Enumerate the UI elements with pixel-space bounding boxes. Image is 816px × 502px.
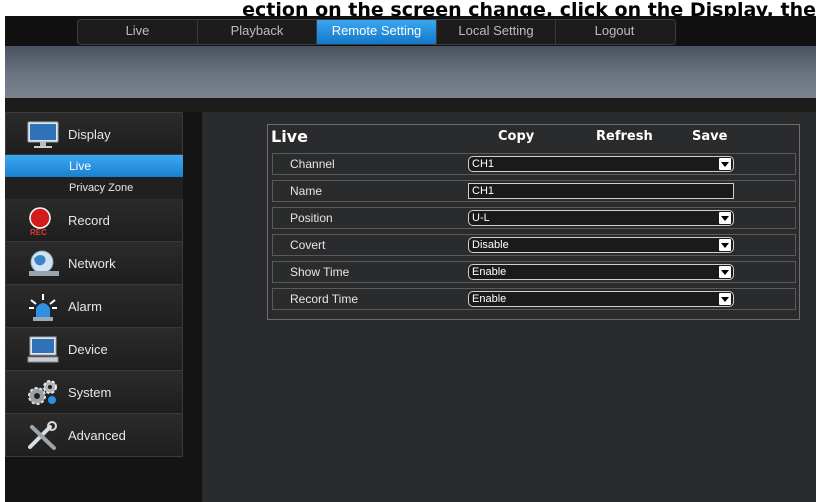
copy-button[interactable]: Copy [498,129,534,144]
sidebar-subitem-privacy-zone[interactable]: Privacy Zone [5,177,183,199]
computer-icon [26,335,60,365]
settings-content: Live Copy Refresh Save Channel CH1 Name … [202,112,816,502]
tools-icon [26,421,60,451]
sidebar-item-display[interactable]: Display [5,112,183,155]
sidebar-item-system[interactable]: System [5,371,183,414]
position-value: U-L [472,212,490,224]
tab-logout[interactable]: Logout [556,20,673,44]
gears-icon [26,378,60,408]
panel-header: Live Copy Refresh Save [268,125,799,149]
sidebar-item-network[interactable]: Network [5,242,183,285]
record-time-label: Record Time [290,292,359,306]
channel-select[interactable]: CH1 [468,156,734,172]
dropdown-arrow-icon[interactable] [719,239,731,251]
tab-local-setting[interactable]: Local Setting [437,20,556,44]
name-input[interactable] [468,183,734,199]
save-button[interactable]: Save [692,129,727,144]
row-channel: Channel CH1 [272,153,796,175]
live-settings-panel: Live Copy Refresh Save Channel CH1 Name … [267,124,800,320]
row-record-time: Record Time Enable [272,288,796,310]
show-time-label: Show Time [290,265,350,279]
sidebar-item-label: Advanced [68,428,126,443]
covert-select[interactable]: Disable [468,237,734,253]
dropdown-arrow-icon[interactable] [719,293,731,305]
monitor-icon [26,120,60,150]
channel-label: Channel [290,157,335,171]
sidebar-item-label: Network [68,256,116,271]
nav-tabs: Live Playback Remote Setting Local Setti… [77,19,676,45]
dropdown-arrow-icon[interactable] [719,212,731,224]
globe-network-icon [26,249,60,279]
row-position: Position U-L [272,207,796,229]
row-covert: Covert Disable [272,234,796,256]
record-time-select[interactable]: Enable [468,291,734,307]
channel-value: CH1 [472,158,495,170]
sidebar: Display Live Privacy Zone REC Record Net [5,112,183,502]
show-time-select[interactable]: Enable [468,264,734,280]
tab-live[interactable]: Live [78,20,198,44]
name-label: Name [290,184,323,198]
sidebar-item-label: System [68,385,112,400]
record-icon: REC [26,206,60,237]
sidebar-item-label: Record [68,213,110,228]
tab-remote-setting[interactable]: Remote Setting [317,20,437,44]
rec-badge: REC [30,228,47,236]
show-time-value: Enable [472,266,507,278]
header-divider [5,98,816,112]
dropdown-arrow-icon[interactable] [719,158,731,170]
row-show-time: Show Time Enable [272,261,796,283]
covert-value: Disable [472,239,509,251]
row-name: Name [272,180,796,202]
panel-title: Live [271,127,308,146]
sidebar-item-record[interactable]: REC Record [5,199,183,242]
refresh-button[interactable]: Refresh [596,129,653,144]
position-select[interactable]: U-L [468,210,734,226]
tab-playback[interactable]: Playback [198,20,317,44]
record-time-value: Enable [472,293,507,305]
top-navigation: Live Playback Remote Setting Local Setti… [5,16,816,46]
sidebar-item-label: Device [68,342,108,357]
covert-label: Covert [290,238,326,252]
position-label: Position [290,211,333,225]
sidebar-item-device[interactable]: Device [5,328,183,371]
alarm-siren-icon [26,292,60,322]
dvr-app: Live Playback Remote Setting Local Setti… [5,16,816,502]
sidebar-item-label: Display [68,127,111,142]
sidebar-item-label: Alarm [68,299,102,314]
header-banner [5,46,816,98]
sidebar-item-alarm[interactable]: Alarm [5,285,183,328]
dropdown-arrow-icon[interactable] [719,266,731,278]
sidebar-subitem-live[interactable]: Live [5,155,183,177]
sidebar-item-advanced[interactable]: Advanced [5,414,183,457]
